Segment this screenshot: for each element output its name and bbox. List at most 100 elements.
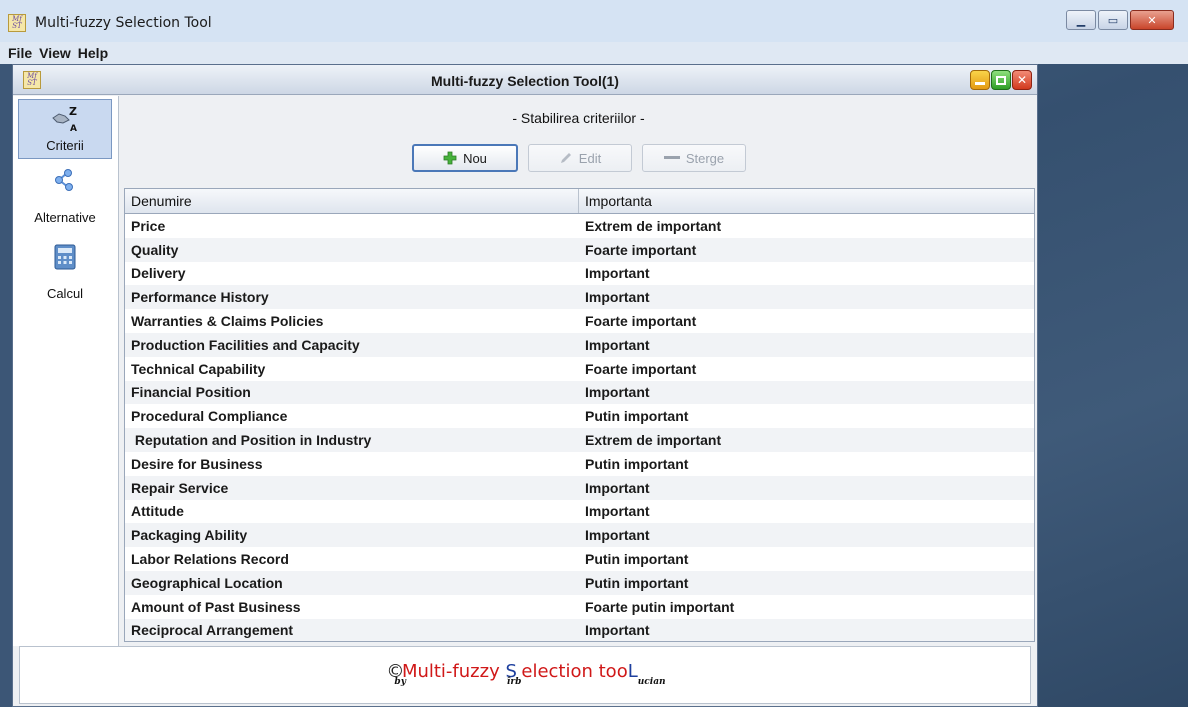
cell-importanta: Important [585, 265, 650, 282]
cell-denumire: Reciprocal Arrangement [131, 622, 294, 639]
column-header-importanta[interactable]: Importanta [579, 189, 1034, 213]
footer-l-letter: L [627, 661, 638, 682]
cell-importanta: Important [585, 622, 650, 639]
table-row[interactable]: Production Facilities and Capacity Import… [125, 332, 1034, 357]
cell-importanta: Putin important [585, 408, 689, 425]
table-row[interactable]: Technical Capability Foarte important [125, 357, 1034, 381]
os-title-row: Mf ST Multi-fuzzy Selection Tool [8, 14, 212, 32]
criteria-table: Denumire Importanta Price Extrem de impor… [124, 188, 1035, 642]
cell-importanta: Important [585, 384, 650, 401]
sidebar-item-alternative[interactable]: Alternative [18, 166, 112, 228]
sidebar-item-criterii[interactable]: Z A Criterii [18, 99, 112, 159]
section-title: - Stabilirea criteriilor - [512, 110, 645, 126]
plus-icon [443, 151, 457, 165]
cell-importanta: Putin important [585, 455, 689, 472]
footer-sub-ucian: ucian [637, 677, 666, 687]
cell-denumire: Delivery [131, 265, 186, 282]
new-button[interactable]: Nou [412, 144, 518, 172]
svg-text:A: A [70, 124, 77, 134]
cell-denumire: Reputation and Position in Industry [131, 432, 372, 449]
cell-importanta: Extrem de important [585, 217, 722, 234]
pencil-icon [559, 151, 573, 165]
svg-text:Z: Z [69, 105, 77, 118]
edit-button-label: Edit [578, 150, 602, 166]
table-row[interactable]: Desire for Business Putin important [125, 452, 1034, 476]
calculator-icon [54, 244, 76, 270]
cell-denumire: Technical Capability [131, 360, 266, 377]
table-row[interactable]: Financial Position Important [125, 380, 1034, 405]
table-row[interactable]: Performance History Important [125, 285, 1034, 310]
table-row[interactable]: Reputation and Position in Industry Extre… [125, 428, 1034, 452]
internal-frame-titlebar[interactable]: Mf ST Multi-fuzzy Selection Tool(1) ✕ [13, 65, 1037, 95]
table-row[interactable]: Delivery Important [125, 262, 1034, 286]
close-button[interactable]: ✕ [1130, 10, 1174, 30]
footer-multi-fuzzy: Multi-fuzzy [401, 661, 500, 682]
minimize-icon: ▁ [1076, 13, 1086, 27]
close-icon: ✕ [1016, 73, 1028, 87]
sidebar-item-label: Alternative [34, 210, 96, 225]
cell-denumire: Quality [131, 241, 179, 258]
cell-importanta: Important [585, 479, 650, 496]
cell-denumire: Financial Position [131, 384, 251, 401]
internal-frame-controls: ✕ [970, 70, 1032, 90]
cell-denumire: Attitude [131, 503, 184, 520]
cell-importanta: Important [585, 289, 650, 306]
table-row[interactable]: Reciprocal Arrangement Important [125, 618, 1034, 641]
table-row[interactable]: Price Extrem de important [125, 214, 1034, 238]
internal-frame-title: Multi-fuzzy Selection Tool(1) [431, 73, 619, 89]
new-button-label: Nou [463, 150, 487, 166]
table-row[interactable]: Warranties & Claims Policies Foarte impor… [125, 309, 1034, 333]
delete-button[interactable]: Sterge [642, 144, 746, 172]
cell-denumire: Desire for Business [131, 455, 263, 472]
menu-view[interactable]: View [39, 45, 71, 61]
cell-importanta: Foarte important [585, 313, 697, 330]
table-body: Price Extrem de important Quality Foarte im… [125, 214, 1034, 641]
footer: ©byMulti-fuzzy Sîrbelection tooLucian [19, 646, 1031, 704]
cell-importanta: Important [585, 336, 650, 353]
sidebar-item-label: Calcul [46, 286, 84, 301]
maximize-button[interactable]: ▭ [1098, 10, 1128, 30]
table-row[interactable]: Quality Foarte important [125, 237, 1034, 262]
menubar: File View Help [0, 42, 1188, 64]
frame-minimize-button[interactable] [970, 70, 990, 90]
os-titlebar: Mf ST Multi-fuzzy Selection Tool ▁ ▭ ✕ [0, 0, 1188, 42]
cell-denumire: Performance History [131, 289, 269, 306]
table-row[interactable]: Labor Relations Record Putin important [125, 547, 1034, 571]
footer-sub-irb: îrb [506, 677, 522, 687]
minimize-button[interactable]: ▁ [1066, 10, 1096, 30]
table-row[interactable]: Geographical Location Putin important [125, 570, 1034, 595]
sidebar-item-calcul[interactable]: Calcul [18, 242, 112, 304]
table-header: Denumire Importanta [125, 189, 1034, 214]
cell-importanta: Important [585, 527, 650, 544]
cell-denumire: Price [131, 217, 166, 234]
share-nodes-icon [55, 169, 73, 191]
cell-importanta: Foarte important [585, 360, 697, 377]
cell-importanta: Important [585, 503, 650, 520]
cell-importanta: Putin important [585, 574, 689, 591]
menu-file[interactable]: File [8, 45, 32, 61]
minimize-icon [975, 81, 985, 85]
maximize-icon [996, 75, 1006, 85]
minus-icon [663, 155, 680, 161]
table-row[interactable]: Packaging Ability Important [125, 523, 1034, 548]
main-content: - Stabilirea criteriilor - Nou Edit Ster… [120, 96, 1037, 646]
table-row[interactable]: Attitude Important [125, 500, 1034, 524]
menu-help[interactable]: Help [78, 45, 108, 61]
table-row[interactable]: Repair Service Important [125, 475, 1034, 500]
cell-denumire: Amount of Past Business [131, 598, 301, 615]
desktop-left-strip [0, 64, 12, 707]
column-header-denumire[interactable]: Denumire [125, 189, 579, 213]
frame-close-button[interactable]: ✕ [1012, 70, 1032, 90]
table-row[interactable]: Procedural Compliance Putin important [125, 404, 1034, 428]
cell-denumire: Production Facilities and Capacity [131, 336, 360, 353]
edit-button[interactable]: Edit [528, 144, 632, 172]
footer-logo: ©byMulti-fuzzy Sîrbelection tooLucian [20, 661, 1032, 687]
sidebar-item-label: Criterii [46, 138, 84, 153]
footer-selection-tool: election too [521, 661, 628, 682]
table-row[interactable]: Amount of Past Business Foarte putin impo… [125, 595, 1034, 619]
cell-denumire: Labor Relations Record [131, 551, 289, 568]
window-title: Multi-fuzzy Selection Tool [35, 15, 212, 31]
app-icon: Mf ST [8, 14, 26, 32]
cell-importanta: Putin important [585, 551, 689, 568]
frame-maximize-button[interactable] [991, 70, 1011, 90]
